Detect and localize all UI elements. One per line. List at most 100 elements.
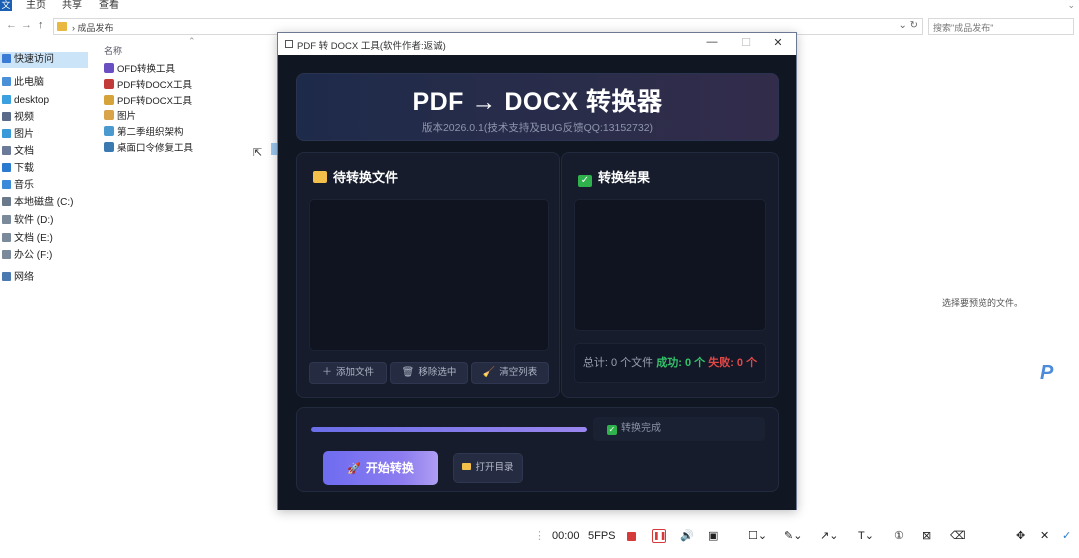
drive-icon [2, 197, 11, 206]
success-count: 成功: 0 个 [656, 357, 706, 369]
navigation-pane: 快速访问 此电脑 desktop 视频 图片 文档 下载 音乐 本地磁盘 (C:… [0, 50, 90, 300]
clear-list-button[interactable]: 🧹 清空列表 [471, 362, 549, 384]
close-button[interactable]: ✕ [768, 36, 788, 49]
add-file-button[interactable]: ＋添加文件 [309, 362, 387, 384]
document-icon [2, 146, 11, 155]
list-item[interactable]: 图片 [104, 109, 264, 124]
minimize-button[interactable]: — [702, 36, 722, 48]
folder-icon [313, 171, 327, 183]
window-titlebar[interactable]: PDF 转 DOCX 工具(软件作者:返诚) — ☐ ✕ [278, 33, 796, 55]
search-input[interactable]: 搜索"成品发布" [928, 18, 1074, 35]
nav-item-label: desktop [14, 95, 50, 106]
download-icon [2, 163, 11, 172]
nav-item-drive-c[interactable]: 本地磁盘 (C:) [0, 195, 88, 211]
rectangle-tool-icon[interactable]: ☐⌄ [748, 529, 767, 543]
webcam-icon[interactable]: ▣ [708, 529, 718, 543]
results-title: 转换结果 [598, 170, 651, 185]
column-header-name[interactable]: 名称 [104, 44, 122, 57]
total-count: 总计: 0 个文件 [582, 357, 654, 369]
results-header: ✓ 转换结果 [578, 167, 650, 187]
results-panel: ✓ 转换结果 总计: 0 个文件 成功: 0 个 失败: 0 个 [561, 152, 779, 398]
status-badge: ✓ 转换完成 [593, 417, 765, 441]
header-banner: PDF → DOCX 转换器 版本2026.0.1(技术支持及BUG反馈QQ:1… [296, 73, 779, 141]
mosaic-icon[interactable]: ⊠ [922, 529, 931, 543]
ribbon-tab-view[interactable]: 查看 [99, 0, 119, 11]
drag-handle-icon[interactable]: ⋮ [534, 529, 545, 543]
pending-file-list[interactable] [309, 199, 549, 351]
nav-item-this-pc[interactable]: 此电脑 [0, 75, 88, 91]
results-summary: 总计: 0 个文件 成功: 0 个 失败: 0 个 [574, 343, 766, 383]
nav-item-label: 快速访问 [14, 54, 54, 65]
progress-fill [311, 427, 587, 432]
folder-icon [104, 110, 114, 120]
close-icon[interactable]: ✕ [1040, 529, 1049, 543]
nav-item-label: 文档 [14, 146, 34, 157]
checkmark-icon: ✓ [607, 425, 617, 435]
nav-item-documents[interactable]: 文档 [0, 144, 88, 160]
stop-icon[interactable] [627, 532, 636, 541]
pause-icon[interactable]: ❚❚ [652, 529, 666, 543]
nav-item-quick-access[interactable]: 快速访问 [0, 52, 88, 68]
results-list[interactable] [574, 199, 766, 331]
nav-item-network[interactable]: 网络 [0, 270, 88, 286]
archive-icon [104, 95, 114, 105]
nav-item-label: 音乐 [14, 180, 34, 191]
list-item[interactable]: 第二季组织架构 [104, 125, 264, 140]
refresh-icon[interactable]: ⌄ ↻ [898, 20, 918, 31]
ribbon-tab-share[interactable]: 共享 [62, 0, 82, 11]
p-logo-icon[interactable]: P [1040, 362, 1053, 385]
step-number-icon[interactable]: ① [894, 529, 904, 543]
nav-item-drive-e[interactable]: 文档 (E:) [0, 231, 88, 247]
ribbon-tab-file[interactable]: 文件 [0, 0, 12, 21]
list-item[interactable]: PDF转DOCX工具 [104, 94, 264, 109]
list-item[interactable]: 桌面口令修复工具 [104, 141, 264, 156]
ribbon-tab-home[interactable]: 主页 [26, 0, 46, 11]
list-item[interactable]: PDF转DOCX工具 [104, 78, 264, 93]
remove-selected-label: 移除选中 [418, 367, 457, 378]
move-icon[interactable]: ✥ [1016, 529, 1025, 543]
clear-list-label: 清空列表 [499, 367, 538, 378]
forward-icon[interactable]: → [21, 19, 32, 31]
nav-item-videos[interactable]: 视频 [0, 110, 88, 126]
drive-icon [2, 250, 11, 259]
app-icon [104, 79, 114, 89]
recorder-fps[interactable]: 5FPS [588, 529, 616, 543]
start-convert-button[interactable]: 🚀 开始转换 [323, 451, 438, 485]
desktop-icon [2, 95, 11, 104]
folder-icon [57, 22, 67, 31]
back-icon[interactable]: ← [6, 19, 17, 31]
explorer-ribbon: 文件 主页 共享 查看 ⌄ [0, 0, 1079, 21]
nav-item-desktop[interactable]: desktop [0, 93, 88, 109]
speaker-icon[interactable]: 🔊 [680, 529, 694, 543]
file-name: 桌面口令修复工具 [117, 143, 194, 154]
video-icon [2, 112, 11, 121]
nav-item-label: 办公 (F:) [14, 250, 53, 261]
arrow-tool-icon[interactable]: ↗⌄ [820, 529, 838, 543]
nav-item-drive-f[interactable]: 办公 (F:) [0, 248, 88, 264]
confirm-icon[interactable]: ✓ [1062, 529, 1071, 543]
app-window-icon [285, 40, 293, 48]
nav-item-music[interactable]: 音乐 [0, 178, 88, 194]
remove-selected-button[interactable]: 🗑 移除选中 [390, 362, 468, 384]
app-icon [104, 142, 114, 152]
nav-item-drive-d[interactable]: 软件 (D:) [0, 213, 88, 229]
converter-window: PDF 转 DOCX 工具(软件作者:返诚) — ☐ ✕ PDF → DOCX … [277, 32, 797, 510]
nav-item-label: 图片 [14, 129, 34, 140]
breadcrumb[interactable]: › 成品发布 [72, 21, 114, 34]
list-item[interactable]: OFD转换工具 [104, 62, 264, 77]
folder-icon [462, 463, 472, 470]
window-title: PDF 转 DOCX 工具(软件作者:返诚) [297, 41, 446, 52]
nav-item-pictures[interactable]: 图片 [0, 127, 88, 143]
pen-tool-icon[interactable]: ✎⌄ [784, 529, 802, 543]
open-directory-button[interactable]: 打开目录 [453, 453, 523, 483]
text-tool-icon[interactable]: T⌄ [858, 529, 874, 543]
broom-icon: 🧹 [482, 367, 496, 378]
up-icon[interactable]: ↑ [38, 19, 44, 31]
eraser-icon[interactable]: ⌫ [950, 529, 966, 543]
trash-icon: 🗑 [401, 367, 415, 378]
file-name: 第二季组织架构 [117, 127, 184, 138]
nav-item-downloads[interactable]: 下载 [0, 161, 88, 177]
breadcrumb-current[interactable]: 成品发布 [78, 23, 114, 33]
ribbon-expand-icon[interactable]: ⌄ [1067, 0, 1075, 11]
maximize-button[interactable]: ☐ [736, 36, 756, 49]
